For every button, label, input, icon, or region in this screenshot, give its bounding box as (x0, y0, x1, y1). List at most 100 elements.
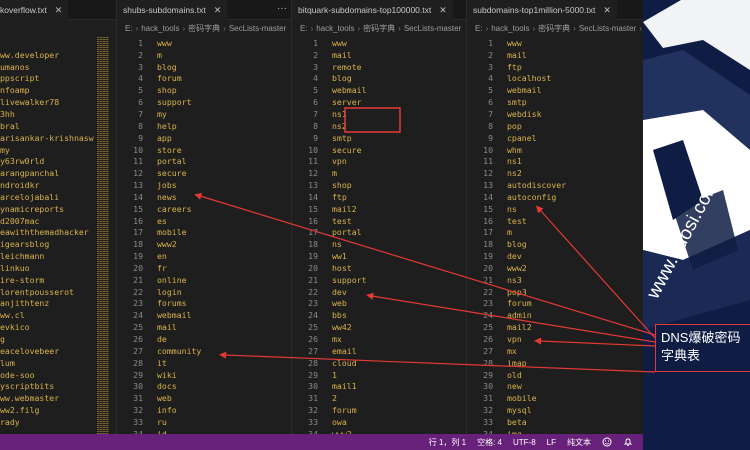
code-line[interactable]: 6 support (117, 96, 291, 108)
code-line[interactable]: 12 m (292, 167, 466, 179)
code-line[interactable]: 18 blog (467, 238, 643, 250)
breadcrumb[interactable]: E: › hack_tools › 密码字典 › SecLists-master (292, 21, 466, 36)
code-line[interactable]: 24 webmail (117, 309, 291, 321)
code-line[interactable]: 4 localhost (467, 73, 643, 85)
code-line[interactable]: 29 wiki (117, 369, 291, 381)
code-line[interactable]: 29 old (467, 369, 643, 381)
breadcrumb-item[interactable]: 密码字典 (538, 23, 570, 34)
code-line[interactable]: 7 webdisk (467, 108, 643, 120)
end-of-line[interactable]: LF (547, 438, 556, 447)
code-line[interactable]: 9 cpanel (467, 132, 643, 144)
code-line[interactable]: 16 test (292, 215, 466, 227)
code-line[interactable]: 6 server (292, 96, 466, 108)
code-line[interactable]: 32 mysql (467, 404, 643, 416)
code-line[interactable]: 2 mail (467, 49, 643, 61)
code-line[interactable]: 6 smtp (467, 96, 643, 108)
code-line[interactable]: 16 test (467, 215, 643, 227)
editor-tab[interactable]: subdomains-top1million-5000.txt ✕ (467, 0, 617, 20)
editor-pane-3[interactable]: bitquark-subdomains-top100000.txt ✕ E: › h… (292, 0, 467, 434)
breadcrumb-item[interactable]: hack_tools (316, 24, 354, 33)
code-line[interactable]: 5 webmail (467, 84, 643, 96)
code-line[interactable]: 11 vpn (292, 155, 466, 167)
code-line[interactable]: 30 docs (117, 380, 291, 392)
code-line[interactable]: 27 mx (467, 345, 643, 357)
more-actions-icon[interactable]: ··· (277, 3, 287, 14)
code-line[interactable]: 14 ftp (292, 191, 466, 203)
code-line[interactable]: 22 dev (292, 286, 466, 298)
editor-pane-1[interactable]: koverflow.txt ✕ ww.developer umanos ppscri… (0, 0, 117, 434)
feedback-icon[interactable] (602, 437, 612, 447)
cursor-position[interactable]: 行 1，列 1 (429, 437, 466, 448)
code-line[interactable]: 7 my (117, 108, 291, 120)
breadcrumb[interactable]: E:›hack_tools›密码字典›SecLists-master›Disco… (467, 21, 643, 36)
close-icon[interactable]: ✕ (439, 5, 447, 16)
breadcrumb-item[interactable]: SecLists-master (404, 24, 461, 33)
code-line[interactable]: 25 mail2 (467, 321, 643, 333)
code-line[interactable]: 33 beta (467, 416, 643, 428)
code-line[interactable]: 24 bbs (292, 309, 466, 321)
breadcrumb-item[interactable]: hack_tools (491, 24, 529, 33)
code-line[interactable]: 10 store (117, 144, 291, 156)
code-line[interactable]: 26 vpn (467, 333, 643, 345)
code-line[interactable]: 27 community (117, 345, 291, 357)
code-line[interactable]: 10 whm (467, 144, 643, 156)
code-line[interactable]: 12 ns2 (467, 167, 643, 179)
code-line[interactable]: 5 shop (117, 84, 291, 96)
code-line[interactable]: 22 pop3 (467, 286, 643, 298)
code-line[interactable]: 11 ns1 (467, 155, 643, 167)
breadcrumb-item[interactable]: hack_tools (141, 24, 179, 33)
code-line[interactable]: 26 de (117, 333, 291, 345)
code-line[interactable]: 9 app (117, 132, 291, 144)
code-line[interactable]: 15 mail2 (292, 203, 466, 215)
breadcrumb-item[interactable]: E: (125, 24, 133, 33)
code-line[interactable]: 27 email (292, 345, 466, 357)
code-line[interactable]: 33 ru (117, 416, 291, 428)
breadcrumb[interactable]: E: › hack_tools › 密码字典 › SecLists-master (117, 21, 291, 36)
code-line[interactable]: 30 mail1 (292, 380, 466, 392)
code-line[interactable]: 4 blog (292, 73, 466, 85)
code-line[interactable]: 21 support (292, 274, 466, 286)
code-line[interactable]: 21 online (117, 274, 291, 286)
code-line[interactable]: 23 web (292, 298, 466, 310)
code-line[interactable]: 33 owa (292, 416, 466, 428)
code-line[interactable]: 15 careers (117, 203, 291, 215)
code-line[interactable]: 31 mobile (467, 392, 643, 404)
code-line[interactable]: 1 www (467, 37, 643, 49)
code-line[interactable]: 29 1 (292, 369, 466, 381)
code-line[interactable]: 1 www (117, 37, 291, 49)
code-line[interactable]: 32 forum (292, 404, 466, 416)
editor-tab[interactable]: shubs-subdomains.txt ✕ (117, 0, 228, 20)
editor-tab[interactable]: koverflow.txt ✕ (0, 0, 69, 20)
code-line[interactable]: 3 remote (292, 61, 466, 73)
code-line[interactable]: 14 news (117, 191, 291, 203)
code-line[interactable]: 25 ww42 (292, 321, 466, 333)
code-line[interactable]: 10 secure (292, 144, 466, 156)
breadcrumb-item[interactable]: E: (475, 24, 483, 33)
code-line[interactable]: 4 forum (117, 73, 291, 85)
code-line[interactable]: 15 ns (467, 203, 643, 215)
code-line[interactable]: 13 shop (292, 179, 466, 191)
breadcrumb-item[interactable]: E: (300, 24, 308, 33)
code-line[interactable]: 17 m (467, 227, 643, 239)
close-icon[interactable]: ✕ (214, 5, 222, 16)
code-line[interactable]: 9 smtp (292, 132, 466, 144)
code-line[interactable]: 14 autoconfig (467, 191, 643, 203)
code-line[interactable]: 26 mx (292, 333, 466, 345)
code-line[interactable]: 20 host (292, 262, 466, 274)
code-line[interactable]: 24 admin (467, 309, 643, 321)
code-line[interactable]: 5 webmail (292, 84, 466, 96)
breadcrumb-item[interactable]: 密码字典 (363, 23, 395, 34)
code-line[interactable]: 8 ns2 (292, 120, 466, 132)
code-line[interactable]: 19 ww1 (292, 250, 466, 262)
encoding[interactable]: UTF-8 (513, 438, 536, 447)
code-line[interactable]: 17 portal (292, 227, 466, 239)
code-line[interactable]: 1 www (292, 37, 466, 49)
code-line[interactable]: 18 ns (292, 238, 466, 250)
code-line[interactable]: 32 info (117, 404, 291, 416)
code-line[interactable]: 21 ns3 (467, 274, 643, 286)
code-line[interactable]: 8 help (117, 120, 291, 132)
code-area[interactable]: 1 www 2 mail 3 ftp 4 localhost 5 webmail 6 smtp 7 web… (467, 37, 643, 434)
code-line[interactable]: 31 web (117, 392, 291, 404)
language-mode[interactable]: 纯文本 (567, 437, 591, 448)
close-icon[interactable]: ✕ (603, 5, 611, 16)
